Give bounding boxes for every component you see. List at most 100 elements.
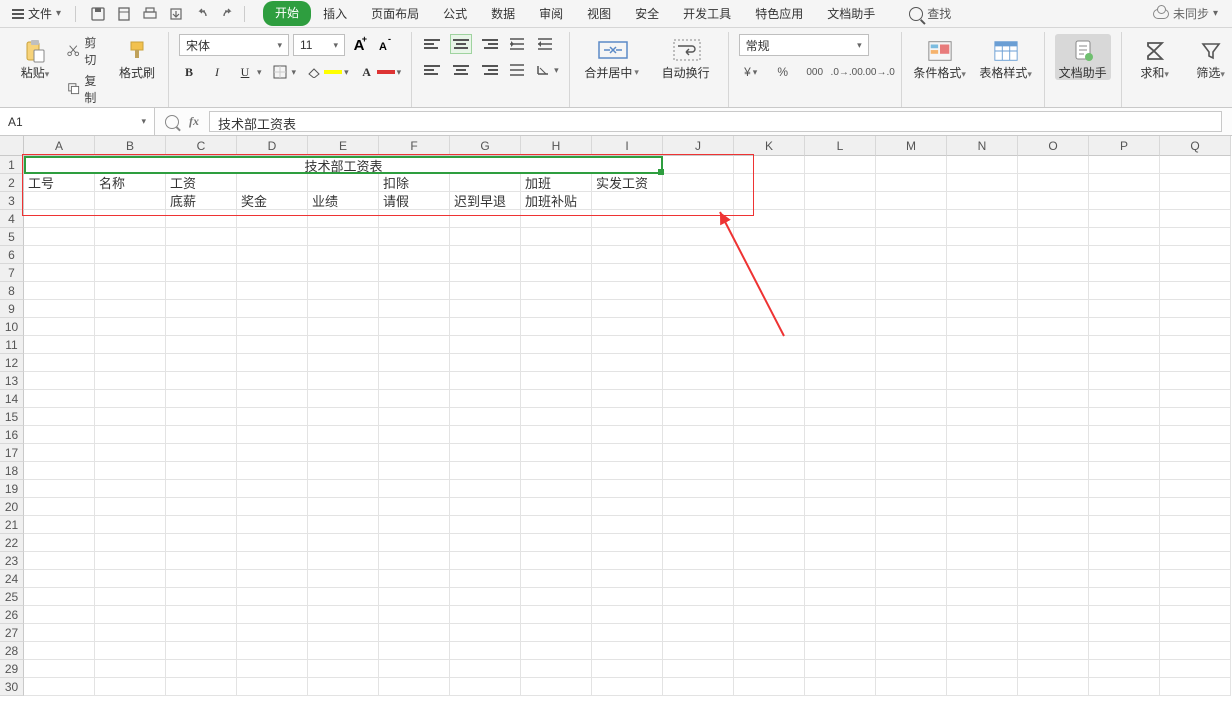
cell-L26[interactable] bbox=[805, 606, 876, 624]
cell-Q13[interactable] bbox=[1160, 372, 1231, 390]
cell-M9[interactable] bbox=[876, 300, 947, 318]
cut-button[interactable]: 剪切 bbox=[66, 34, 106, 68]
cell-Q19[interactable] bbox=[1160, 480, 1231, 498]
cell-Q20[interactable] bbox=[1160, 498, 1231, 516]
cell-A20[interactable] bbox=[24, 498, 95, 516]
tab-start[interactable]: 开始 bbox=[263, 1, 311, 26]
cell-G21[interactable] bbox=[450, 516, 521, 534]
cell-M29[interactable] bbox=[876, 660, 947, 678]
cell-D3[interactable]: 奖金 bbox=[237, 192, 308, 210]
tab-security[interactable]: 安全 bbox=[623, 1, 671, 26]
comma-button[interactable]: 000 bbox=[803, 62, 827, 82]
cell-G6[interactable] bbox=[450, 246, 521, 264]
cell-P2[interactable] bbox=[1089, 174, 1160, 192]
cell-C25[interactable] bbox=[166, 588, 237, 606]
cell-E22[interactable] bbox=[308, 534, 379, 552]
cell-K9[interactable] bbox=[734, 300, 805, 318]
cell-P21[interactable] bbox=[1089, 516, 1160, 534]
tab-dev-tools[interactable]: 开发工具 bbox=[671, 1, 743, 26]
cell-H30[interactable] bbox=[521, 678, 592, 696]
cell-A27[interactable] bbox=[24, 624, 95, 642]
cell-J19[interactable] bbox=[663, 480, 734, 498]
cell-N1[interactable] bbox=[947, 156, 1018, 174]
cell-Q2[interactable] bbox=[1160, 174, 1231, 192]
cell-P24[interactable] bbox=[1089, 570, 1160, 588]
cell-A6[interactable] bbox=[24, 246, 95, 264]
increase-indent-button[interactable] bbox=[534, 34, 556, 54]
cell-E18[interactable] bbox=[308, 462, 379, 480]
cell-F17[interactable] bbox=[379, 444, 450, 462]
cell-B14[interactable] bbox=[95, 390, 166, 408]
cell-P13[interactable] bbox=[1089, 372, 1160, 390]
filter-button[interactable]: 筛选▾ bbox=[1188, 34, 1232, 81]
cell-F11[interactable] bbox=[379, 336, 450, 354]
cell-F2[interactable]: 扣除 bbox=[379, 174, 450, 192]
cell-E30[interactable] bbox=[308, 678, 379, 696]
col-header-N[interactable]: N bbox=[947, 136, 1018, 156]
tab-view[interactable]: 视图 bbox=[575, 1, 623, 26]
row-header-15[interactable]: 15 bbox=[0, 408, 24, 426]
cell-N10[interactable] bbox=[947, 318, 1018, 336]
row-header-17[interactable]: 17 bbox=[0, 444, 24, 462]
cell-A25[interactable] bbox=[24, 588, 95, 606]
cell-Q11[interactable] bbox=[1160, 336, 1231, 354]
col-header-B[interactable]: B bbox=[95, 136, 166, 156]
cell-H18[interactable] bbox=[521, 462, 592, 480]
cell-B10[interactable] bbox=[95, 318, 166, 336]
cell-Q7[interactable] bbox=[1160, 264, 1231, 282]
cell-Q10[interactable] bbox=[1160, 318, 1231, 336]
save-icon[interactable] bbox=[90, 6, 106, 22]
row-header-12[interactable]: 12 bbox=[0, 354, 24, 372]
row-header-5[interactable]: 5 bbox=[0, 228, 24, 246]
cell-O11[interactable] bbox=[1018, 336, 1089, 354]
cell-A29[interactable] bbox=[24, 660, 95, 678]
cell-E26[interactable] bbox=[308, 606, 379, 624]
cell-O17[interactable] bbox=[1018, 444, 1089, 462]
cell-O26[interactable] bbox=[1018, 606, 1089, 624]
cell-O6[interactable] bbox=[1018, 246, 1089, 264]
cell-M4[interactable] bbox=[876, 210, 947, 228]
cell-M27[interactable] bbox=[876, 624, 947, 642]
cell-I30[interactable] bbox=[592, 678, 663, 696]
col-header-J[interactable]: J bbox=[663, 136, 734, 156]
cell-N27[interactable] bbox=[947, 624, 1018, 642]
cell-P23[interactable] bbox=[1089, 552, 1160, 570]
cell-K19[interactable] bbox=[734, 480, 805, 498]
cell-F20[interactable] bbox=[379, 498, 450, 516]
cell-G16[interactable] bbox=[450, 426, 521, 444]
cell-I20[interactable] bbox=[592, 498, 663, 516]
formula-input[interactable]: 技术部工资表 bbox=[209, 111, 1222, 132]
doc-helper-button[interactable]: 文档助手 bbox=[1055, 34, 1111, 80]
cell-J18[interactable] bbox=[663, 462, 734, 480]
cell-B16[interactable] bbox=[95, 426, 166, 444]
cell-M30[interactable] bbox=[876, 678, 947, 696]
cell-J30[interactable] bbox=[663, 678, 734, 696]
row-header-28[interactable]: 28 bbox=[0, 642, 24, 660]
cell-C15[interactable] bbox=[166, 408, 237, 426]
cell-G5[interactable] bbox=[450, 228, 521, 246]
cell-E24[interactable] bbox=[308, 570, 379, 588]
cell-L2[interactable] bbox=[805, 174, 876, 192]
cell-M19[interactable] bbox=[876, 480, 947, 498]
justify-button[interactable] bbox=[506, 60, 528, 80]
cell-G20[interactable] bbox=[450, 498, 521, 516]
cell-G22[interactable] bbox=[450, 534, 521, 552]
cell-D20[interactable] bbox=[237, 498, 308, 516]
cell-P19[interactable] bbox=[1089, 480, 1160, 498]
cell-N20[interactable] bbox=[947, 498, 1018, 516]
cell-J1[interactable] bbox=[663, 156, 734, 174]
row-header-6[interactable]: 6 bbox=[0, 246, 24, 264]
cell-G23[interactable] bbox=[450, 552, 521, 570]
cell-Q15[interactable] bbox=[1160, 408, 1231, 426]
cell-D25[interactable] bbox=[237, 588, 308, 606]
cell-H24[interactable] bbox=[521, 570, 592, 588]
tab-data[interactable]: 数据 bbox=[479, 1, 527, 26]
cell-N29[interactable] bbox=[947, 660, 1018, 678]
cell-H28[interactable] bbox=[521, 642, 592, 660]
cell-F14[interactable] bbox=[379, 390, 450, 408]
cell-H14[interactable] bbox=[521, 390, 592, 408]
cell-L20[interactable] bbox=[805, 498, 876, 516]
cell-H17[interactable] bbox=[521, 444, 592, 462]
cell-Q30[interactable] bbox=[1160, 678, 1231, 696]
cell-Q4[interactable] bbox=[1160, 210, 1231, 228]
